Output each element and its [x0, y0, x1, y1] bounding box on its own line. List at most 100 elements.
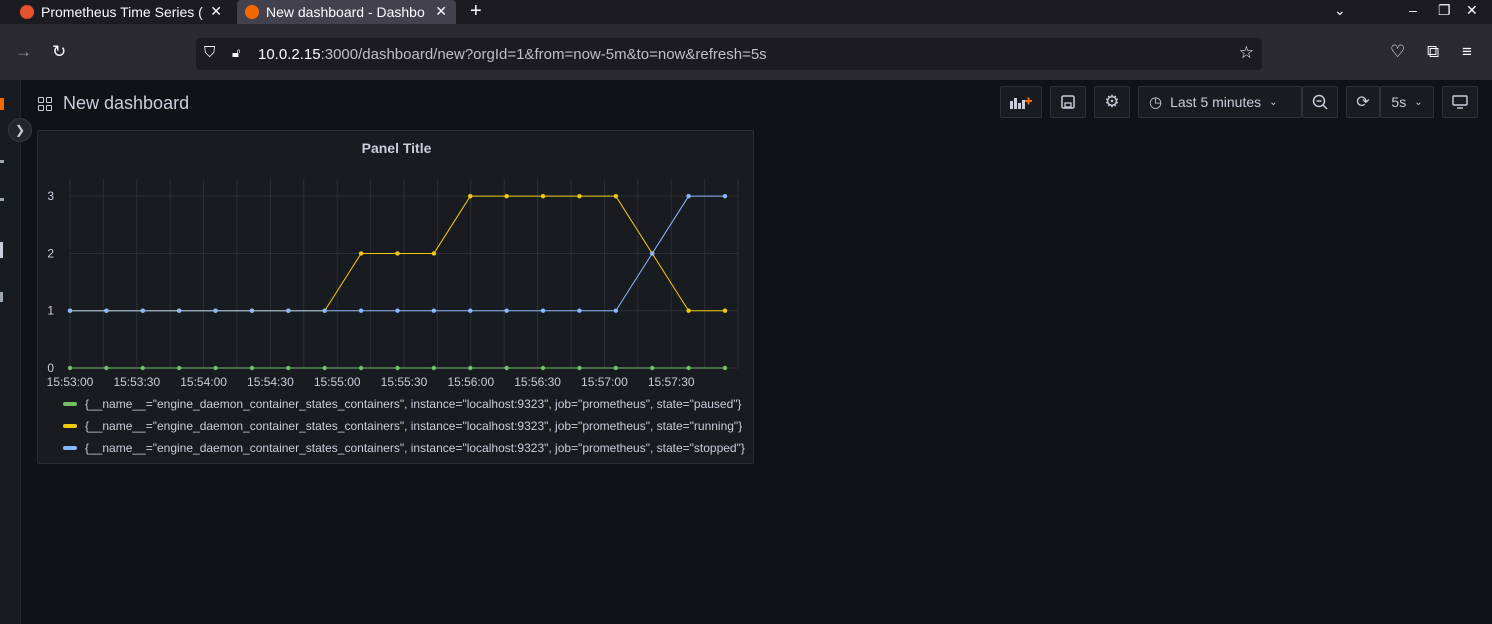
data-point-paused: [650, 365, 655, 371]
tab-new-dashboard[interactable]: New dashboard - Dashbo ✕: [237, 0, 456, 24]
tab-prometheus[interactable]: Prometheus Time Series ( ✕: [0, 0, 236, 24]
data-point-stopped: [213, 308, 218, 313]
data-point-paused: [140, 365, 145, 371]
insecure-lock-icon[interactable]: 🔓︎: [232, 45, 240, 61]
legend-item[interactable]: {__name__="engine_daemon_container_state…: [63, 393, 745, 415]
y-tick-label: 1: [47, 304, 54, 318]
legend-item[interactable]: {__name__="engine_daemon_container_state…: [63, 437, 745, 459]
zoom-out-button[interactable]: [1302, 86, 1338, 118]
legend-swatch: [63, 446, 77, 450]
y-tick-label: 3: [47, 189, 54, 203]
data-point-stopped: [67, 308, 73, 313]
x-tick-label: 15:53:00: [47, 375, 94, 389]
data-point-stopped: [686, 193, 691, 199]
data-point-paused: [249, 365, 255, 371]
refresh-button[interactable]: ⟳: [1346, 86, 1380, 118]
explore-icon[interactable]: [0, 292, 3, 302]
add-panel-icon: [1010, 97, 1032, 109]
time-series-chart[interactable]: 0 1 2 3 15:53:00 15:53:30 15:54:00 15:54:30 15:5…: [38, 131, 755, 391]
data-point-stopped: [540, 308, 546, 313]
legend-label: {__name__="engine_daemon_container_state…: [85, 397, 742, 411]
legend-item[interactable]: {__name__="engine_daemon_container_state…: [63, 415, 745, 437]
data-point-paused: [468, 365, 473, 371]
restore-window-icon[interactable]: ❐: [1438, 2, 1451, 19]
data-point-running: [358, 251, 364, 256]
url-text[interactable]: 10.0.2.15:3000/dashboard/new?orgId=1&fro…: [258, 46, 767, 63]
grafana-favicon-icon: [245, 5, 259, 19]
x-tick-label: 15:56:30: [514, 375, 561, 389]
data-point-stopped: [140, 308, 145, 313]
gear-icon: ⚙: [1104, 92, 1120, 111]
y-tick-label: 0: [47, 361, 54, 375]
data-point-stopped: [322, 308, 327, 313]
data-point-paused: [213, 365, 218, 371]
expand-menu-chevron-icon[interactable]: ❯: [8, 118, 32, 142]
refresh-icon: ⟳: [1356, 94, 1370, 111]
x-tick-label: 15:53:30: [113, 375, 160, 389]
time-picker-button[interactable]: ◷ Last 5 minutes ⌄: [1138, 86, 1302, 118]
save-dashboard-button[interactable]: [1050, 86, 1086, 118]
x-tick-label: 15:56:00: [447, 375, 494, 389]
close-window-icon[interactable]: ✕: [1466, 2, 1478, 19]
data-point-paused: [176, 365, 182, 371]
data-point-paused: [431, 365, 437, 371]
save-icon: [1061, 95, 1075, 109]
page-title: New dashboard: [38, 93, 189, 114]
view-mode-button[interactable]: [1442, 86, 1478, 118]
legend-label: {__name__="engine_daemon_container_state…: [85, 441, 745, 455]
url-path: :3000/dashboard/new?orgId=1&from=now-5m&…: [320, 46, 767, 63]
search-icon[interactable]: [0, 160, 4, 163]
data-point-paused: [322, 365, 327, 371]
data-point-running: [577, 193, 582, 199]
clock-icon: ◷: [1149, 94, 1163, 111]
minimize-window-icon[interactable]: –: [1409, 2, 1417, 18]
browser-tab-bar: Prometheus Time Series ( ✕ New dashboard…: [0, 0, 1492, 24]
data-point-paused: [686, 365, 691, 371]
bookmark-star-icon[interactable]: ☆: [1239, 43, 1254, 63]
extensions-icon[interactable]: ⧉: [1427, 42, 1439, 62]
data-point-running: [686, 308, 691, 313]
chevron-down-icon: ⌄: [1414, 96, 1423, 108]
chevron-down-icon: ⌄: [1269, 96, 1278, 108]
close-tab-icon[interactable]: ✕: [210, 3, 222, 20]
shield-icon[interactable]: ⛉: [204, 44, 215, 61]
data-point-stopped: [176, 308, 182, 313]
close-tab-icon[interactable]: ✕: [435, 3, 447, 20]
list-all-tabs-chevron-icon[interactable]: ⌄: [1334, 2, 1346, 19]
reload-icon[interactable]: ↻: [52, 42, 66, 62]
data-point-stopped: [395, 308, 400, 313]
forward-arrow-icon[interactable]: →: [15, 42, 32, 62]
chart-legend: {__name__="engine_daemon_container_state…: [63, 393, 745, 459]
apps-grid-icon: [38, 96, 52, 111]
data-point-running: [431, 251, 437, 256]
data-point-stopped: [286, 308, 291, 313]
data-point-running: [613, 193, 619, 199]
dashboard-title[interactable]: New dashboard: [63, 93, 189, 114]
menu-hamburger-icon[interactable]: ≡: [1462, 42, 1472, 62]
data-point-paused: [613, 365, 619, 371]
refresh-interval-label: 5s: [1391, 94, 1407, 110]
data-point-stopped: [504, 308, 509, 313]
refresh-interval-picker[interactable]: 5s ⌄: [1380, 86, 1434, 118]
x-tick-label: 15:54:00: [180, 375, 227, 389]
data-point-paused: [67, 365, 73, 371]
side-menu: [0, 80, 21, 624]
tab-label: New dashboard - Dashbo: [266, 4, 425, 20]
graph-panel[interactable]: Panel Title 0 1 2 3 15:53:00 15:53:30 15:54:00…: [37, 130, 754, 464]
data-point-paused: [577, 365, 582, 371]
prometheus-favicon-icon: [20, 5, 34, 19]
grafana-logo-icon[interactable]: [0, 98, 4, 110]
data-point-paused: [286, 365, 291, 371]
new-tab-plus-icon[interactable]: +: [470, 1, 482, 21]
data-point-paused: [104, 365, 109, 371]
pocket-icon[interactable]: ♡: [1390, 42, 1405, 62]
x-tick-label: 15:55:30: [381, 375, 428, 389]
starred-icon[interactable]: [0, 198, 4, 201]
dashboards-icon[interactable]: [0, 242, 3, 258]
data-point-stopped: [468, 308, 473, 313]
add-panel-button[interactable]: [1000, 86, 1042, 118]
dashboard-settings-button[interactable]: ⚙: [1094, 86, 1130, 118]
url-bar[interactable]: ⛉ 🔓︎ 10.0.2.15:3000/dashboard/new?orgId=…: [196, 38, 1262, 70]
data-point-running: [504, 193, 509, 199]
x-tick-label: 15:57:30: [648, 375, 695, 389]
